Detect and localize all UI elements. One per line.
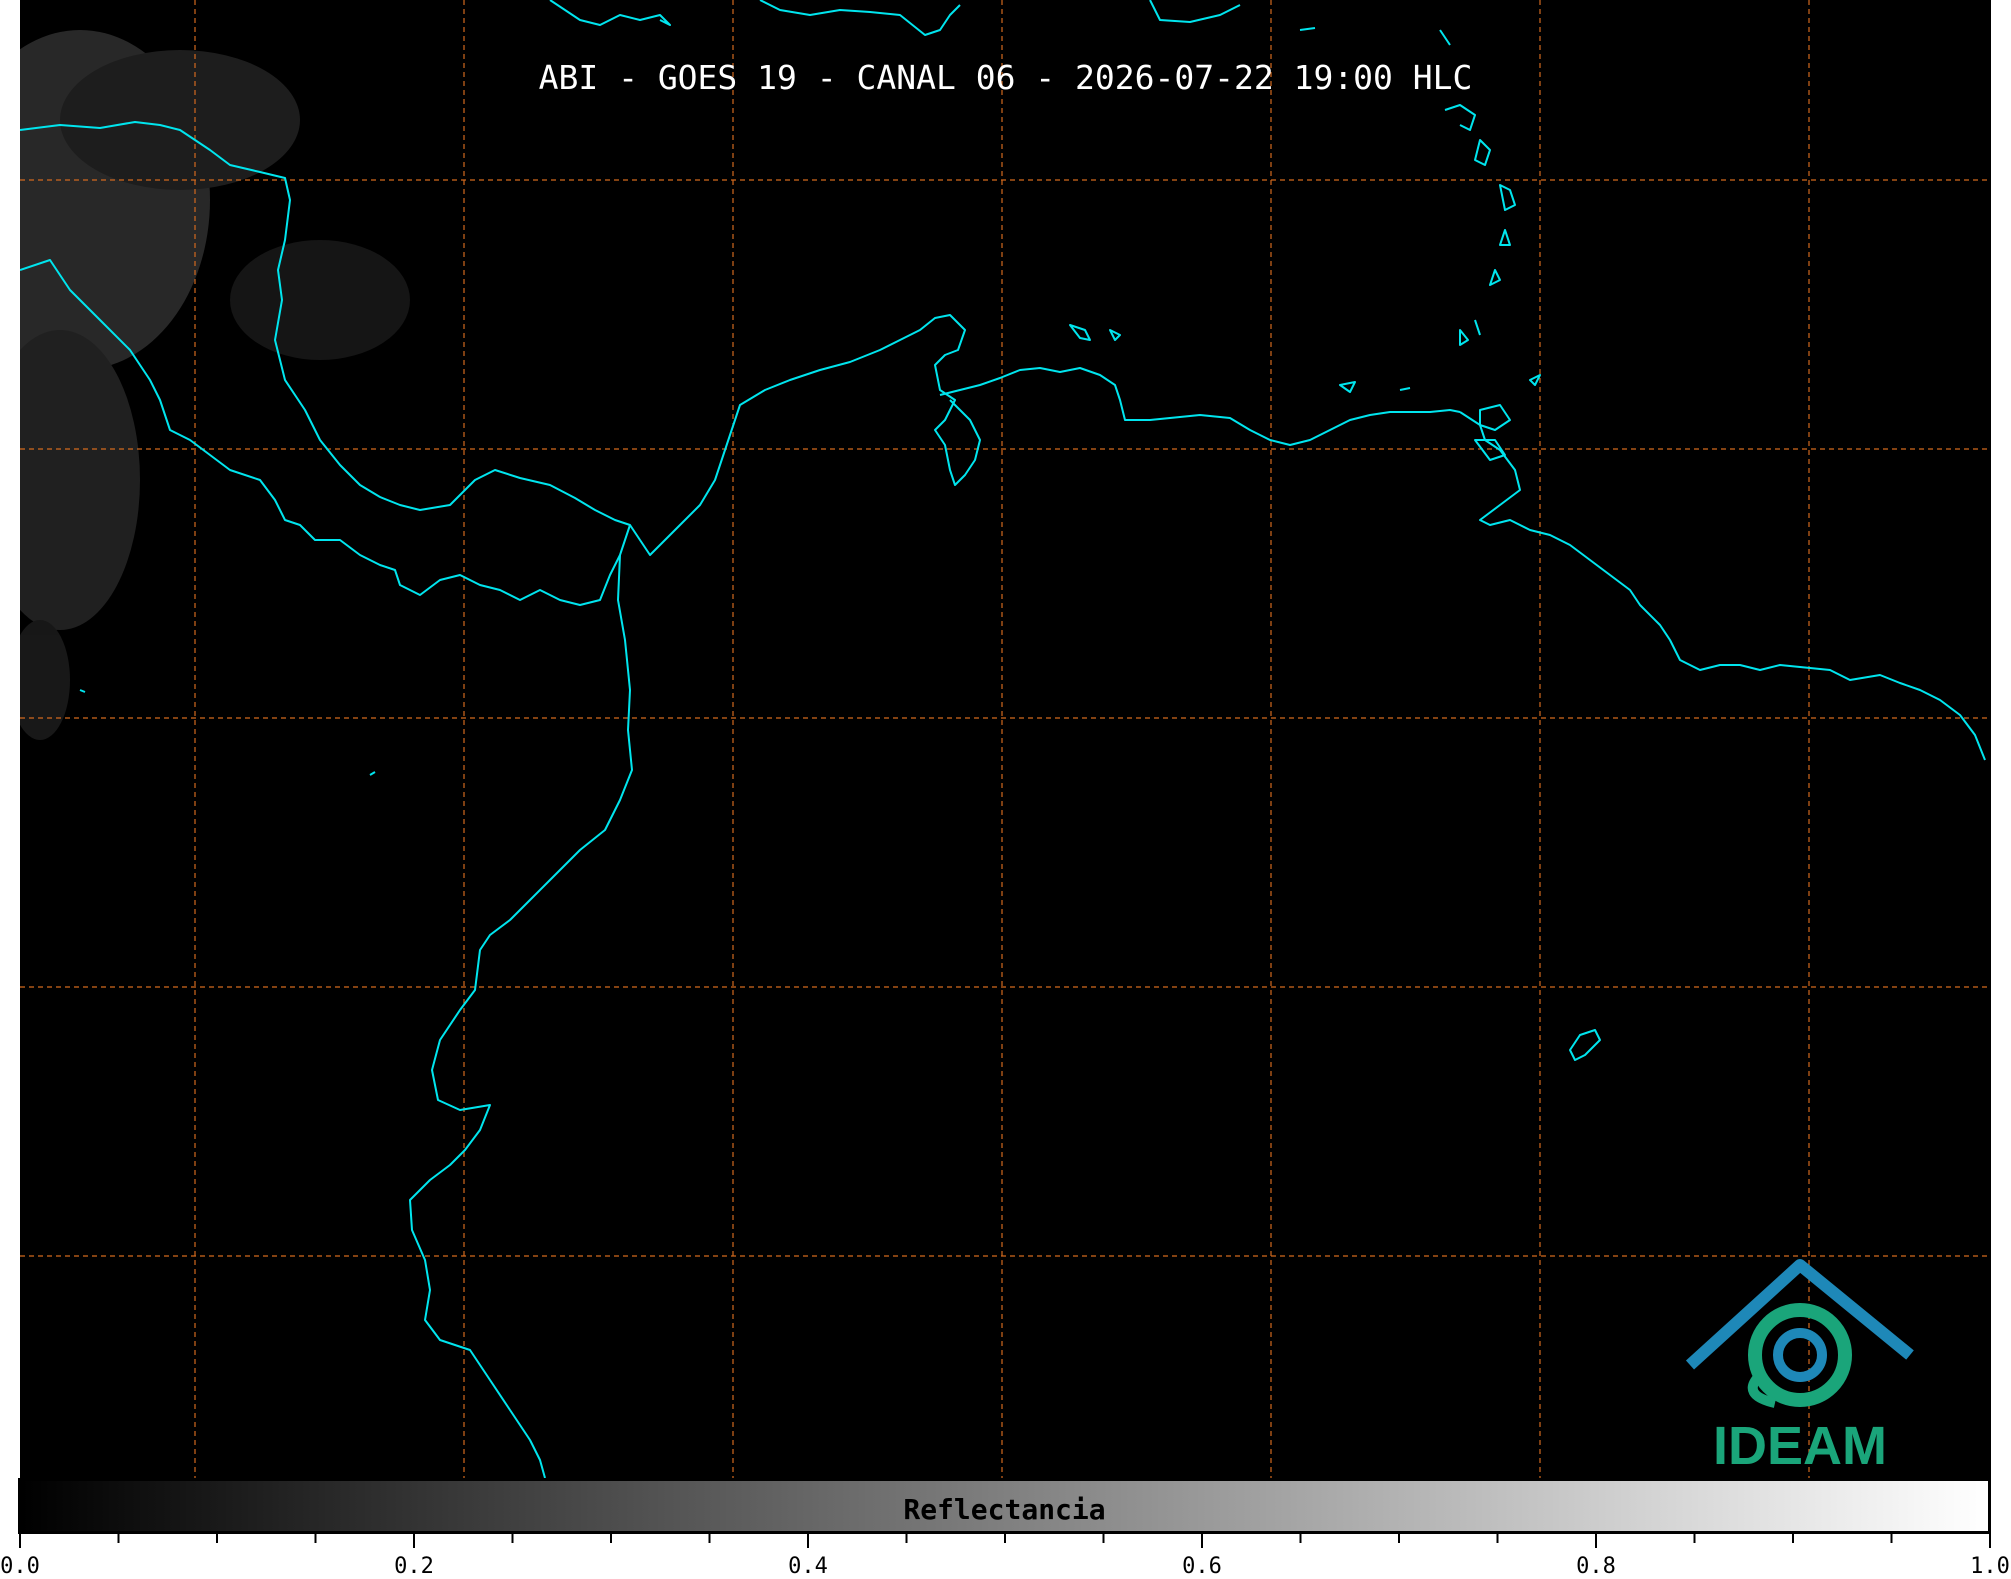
- colorbar: Reflectancia: [18, 1478, 1991, 1534]
- tick-label-4: 0.8: [1576, 1554, 1616, 1579]
- tick-label-0: 0.0: [0, 1554, 40, 1579]
- colorbar-tick-marks: [19, 1534, 1991, 1548]
- satellite-map: ABI - GOES 19 - CANAL 06 - 2026-07-22 19…: [20, 0, 1991, 1478]
- tick-label-2: 0.4: [788, 1554, 828, 1579]
- ideam-logo: IDEAM: [1680, 1255, 1920, 1476]
- tick-label-5: 1.0: [1970, 1554, 2010, 1579]
- colorbar-label: Reflectancia: [903, 1493, 1106, 1526]
- map-title: ABI - GOES 19 - CANAL 06 - 2026-07-22 19…: [538, 58, 1473, 97]
- ideam-logo-text: IDEAM: [1713, 1416, 1887, 1476]
- tick-label-1: 0.2: [394, 1554, 434, 1579]
- cloud-layer: [20, 30, 410, 740]
- ideam-logo-icon: [1685, 1259, 1914, 1408]
- tick-label-3: 0.6: [1182, 1554, 1222, 1579]
- colorbar-ticks: 0.0 0.2 0.4 0.6 0.8 1.0: [0, 1534, 2011, 1579]
